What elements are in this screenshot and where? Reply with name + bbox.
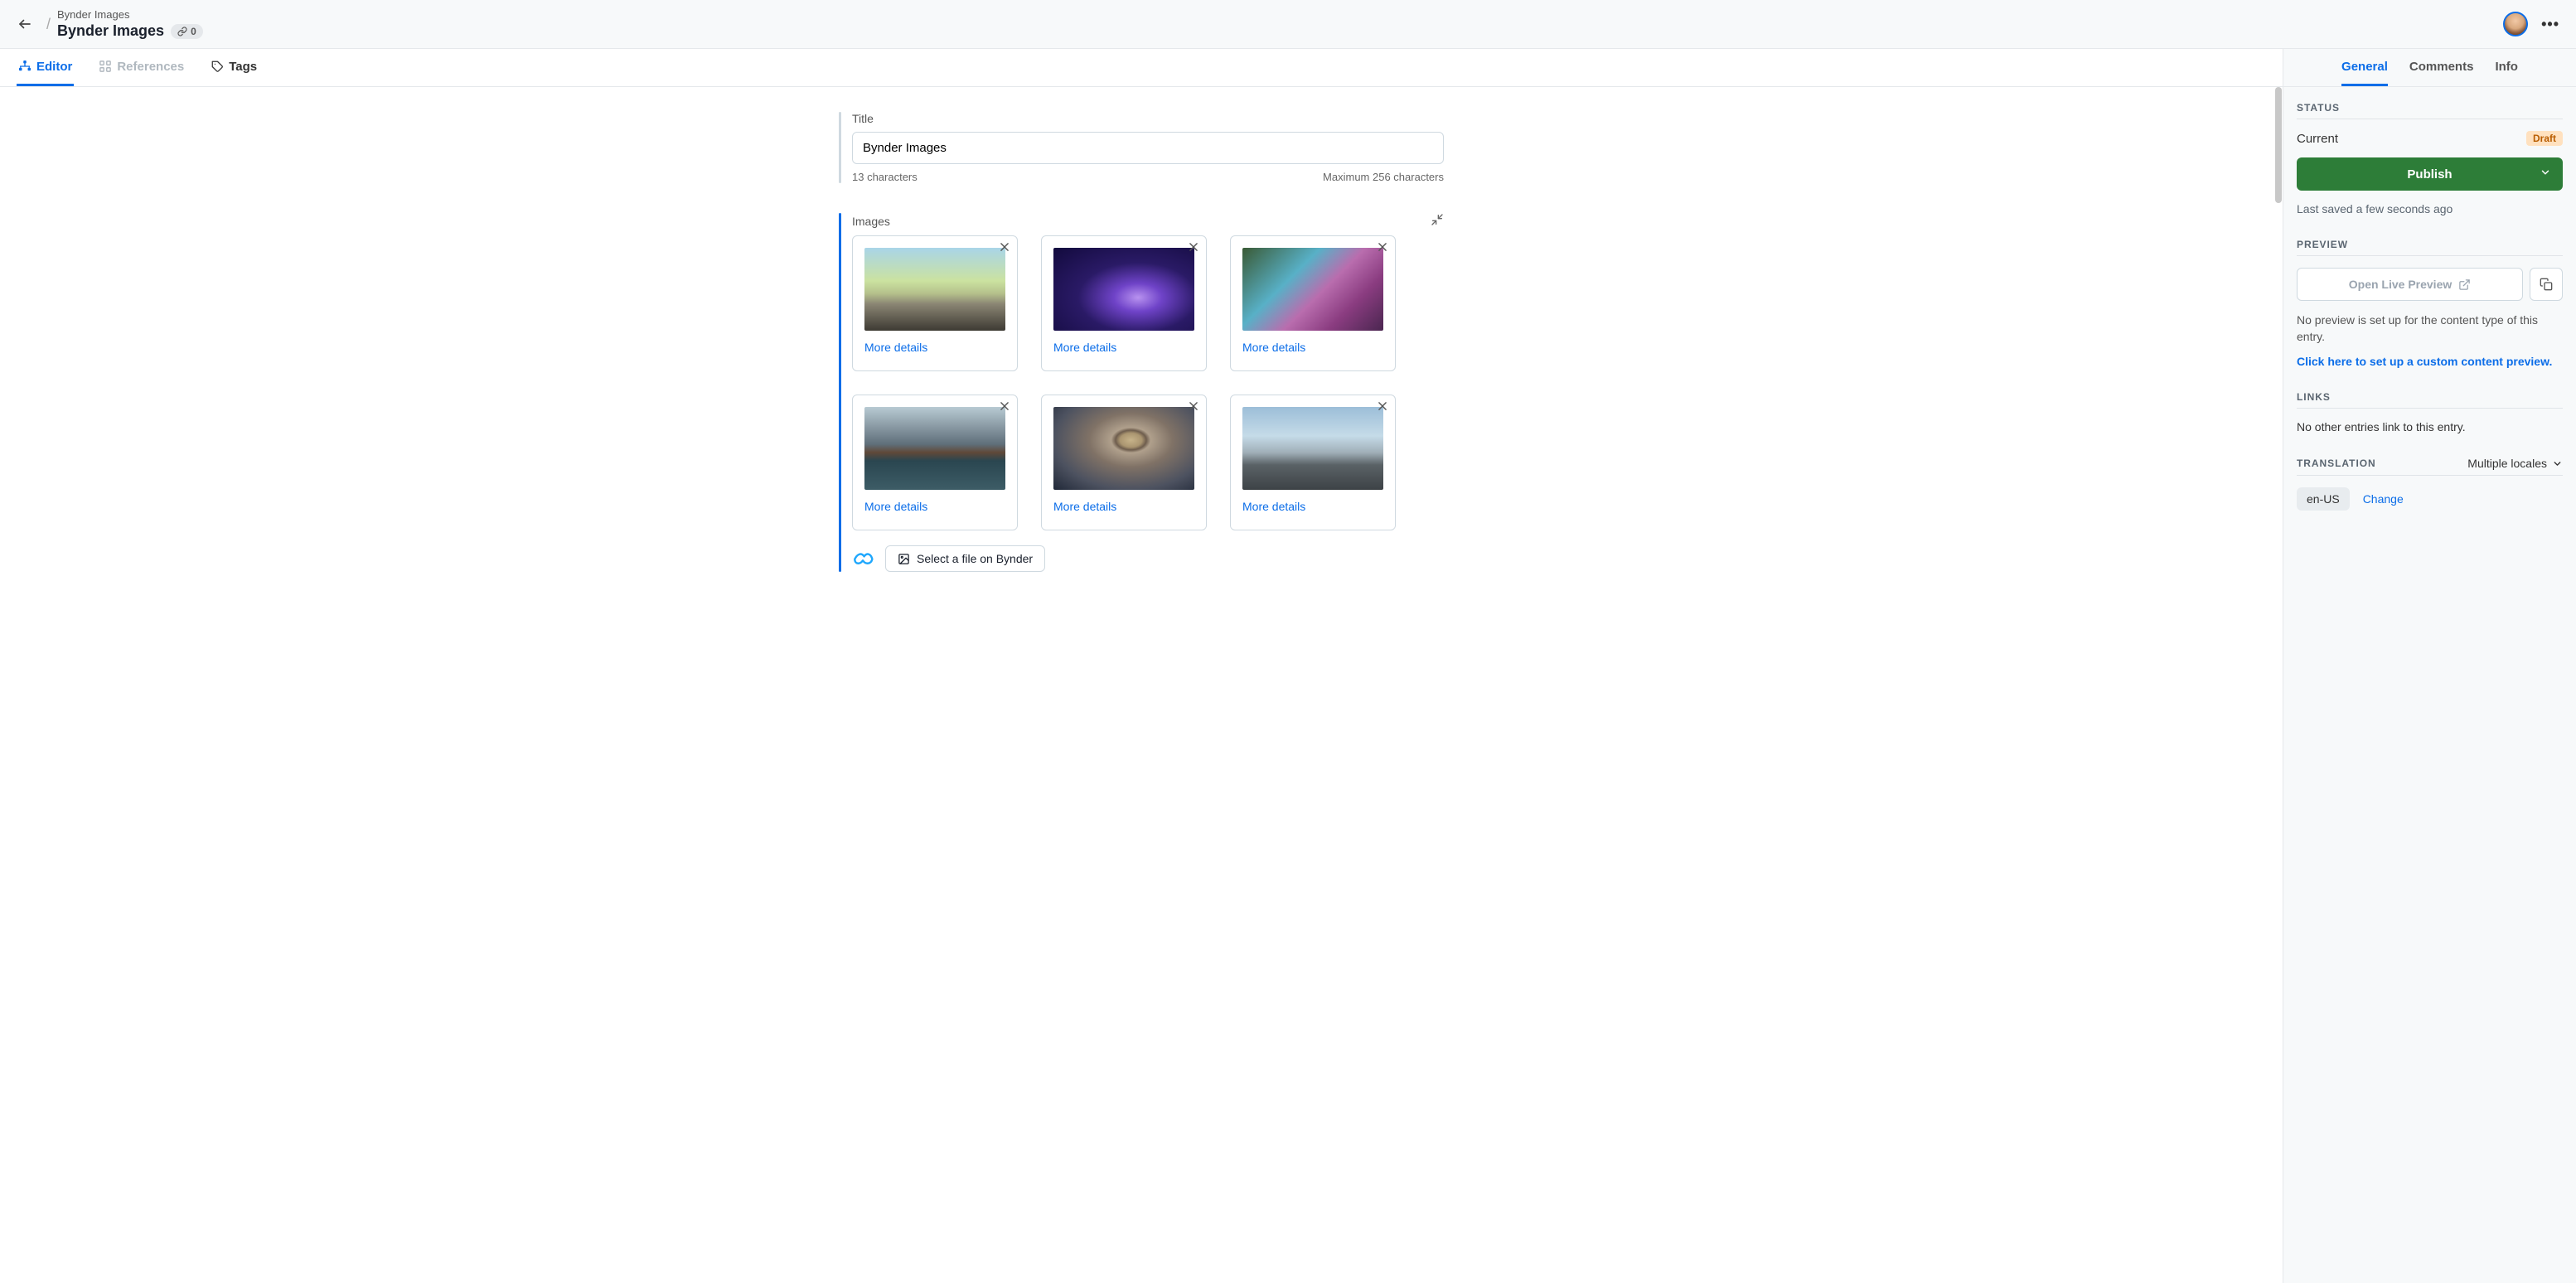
more-details-link[interactable]: More details [1242, 341, 1305, 354]
sidebar-tab-info[interactable]: Info [2495, 49, 2518, 86]
close-icon [1188, 400, 1199, 412]
close-icon [1188, 241, 1199, 253]
links-heading: LINKS [2297, 391, 2563, 409]
title-char-count: 13 characters [852, 171, 918, 183]
image-card: More details [1041, 395, 1207, 530]
tab-tags[interactable]: Tags [209, 49, 259, 86]
remove-image-button[interactable] [997, 240, 1012, 259]
copy-preview-button[interactable] [2530, 268, 2563, 301]
image-icon [898, 553, 910, 565]
references-icon [99, 60, 112, 73]
more-details-link[interactable]: More details [1053, 341, 1116, 354]
image-card: More details [1230, 395, 1396, 530]
remove-image-button[interactable] [1186, 399, 1201, 418]
image-thumbnail [1053, 407, 1194, 490]
image-card: More details [1230, 235, 1396, 371]
header-bar: / Bynder Images Bynder Images 0 ••• [0, 0, 2576, 49]
field-images-label: Images [852, 215, 890, 228]
multiple-locales-dropdown[interactable]: Multiple locales [2467, 457, 2563, 470]
tag-icon [211, 60, 224, 73]
title-input[interactable] [852, 132, 1444, 164]
title-max-chars: Maximum 256 characters [1323, 171, 1444, 183]
main-tabs: Editor References Tags [0, 49, 2283, 87]
last-saved-text: Last saved a few seconds ago [2297, 202, 2563, 215]
field-expand-button[interactable] [1431, 213, 1444, 229]
image-card: More details [852, 235, 1018, 371]
image-thumbnail [864, 407, 1005, 490]
more-details-link[interactable]: More details [1242, 500, 1305, 513]
image-card: More details [1041, 235, 1207, 371]
publish-button[interactable]: Publish [2297, 157, 2563, 191]
chevron-down-icon [2552, 458, 2563, 469]
sidebar: General Comments Info STATUS Current Dra… [2283, 49, 2576, 1283]
close-icon [999, 400, 1010, 412]
preview-heading: PREVIEW [2297, 239, 2563, 256]
field-title-label: Title [852, 112, 1444, 125]
avatar[interactable] [2503, 12, 2528, 36]
tab-references: References [97, 49, 186, 86]
remove-image-button[interactable] [997, 399, 1012, 418]
references-count: 0 [191, 26, 196, 37]
translation-heading: TRANSLATION [2297, 458, 2376, 469]
preview-desc: No preview is set up for the content typ… [2297, 312, 2563, 345]
close-icon [1377, 400, 1388, 412]
image-thumbnail [864, 248, 1005, 331]
field-images: Images More details [839, 213, 1444, 572]
references-badge[interactable]: 0 [171, 24, 203, 39]
more-actions-button[interactable]: ••• [2541, 16, 2559, 33]
image-thumbnail [1242, 407, 1383, 490]
editor-icon [18, 60, 31, 73]
change-locale-link[interactable]: Change [2363, 492, 2404, 506]
status-badge: Draft [2526, 131, 2563, 146]
page-title: Bynder Images [57, 22, 164, 40]
sidebar-tab-general[interactable]: General [2341, 49, 2388, 86]
image-thumbnail [1242, 248, 1383, 331]
image-card: More details [852, 395, 1018, 530]
remove-image-button[interactable] [1375, 399, 1390, 418]
link-icon [177, 27, 187, 36]
scrollbar[interactable] [2275, 87, 2282, 203]
status-heading: STATUS [2297, 102, 2563, 119]
remove-image-button[interactable] [1186, 240, 1201, 259]
back-button[interactable] [17, 16, 33, 32]
open-live-preview-button[interactable]: Open Live Preview [2297, 268, 2523, 301]
image-thumbnail [1053, 248, 1194, 331]
setup-preview-link[interactable]: Click here to set up a custom content pr… [2297, 355, 2552, 368]
locale-pill: en-US [2297, 487, 2350, 511]
breadcrumb-separator: / [46, 16, 51, 33]
close-icon [1377, 241, 1388, 253]
status-current-label: Current [2297, 132, 2338, 146]
chevron-down-icon [2540, 167, 2551, 182]
more-details-link[interactable]: More details [1053, 500, 1116, 513]
select-file-button[interactable]: Select a file on Bynder [885, 545, 1045, 572]
external-link-icon [2458, 278, 2471, 291]
breadcrumb-content-type[interactable]: Bynder Images [57, 8, 203, 21]
field-title: Title 13 characters Maximum 256 characte… [839, 112, 1444, 183]
more-details-link[interactable]: More details [864, 500, 927, 513]
remove-image-button[interactable] [1375, 240, 1390, 259]
copy-icon [2540, 278, 2553, 291]
more-details-link[interactable]: More details [864, 341, 927, 354]
bynder-logo-icon [852, 549, 874, 569]
links-desc: No other entries link to this entry. [2297, 420, 2563, 433]
tab-editor[interactable]: Editor [17, 49, 74, 86]
close-icon [999, 241, 1010, 253]
sidebar-tab-comments[interactable]: Comments [2409, 49, 2474, 86]
